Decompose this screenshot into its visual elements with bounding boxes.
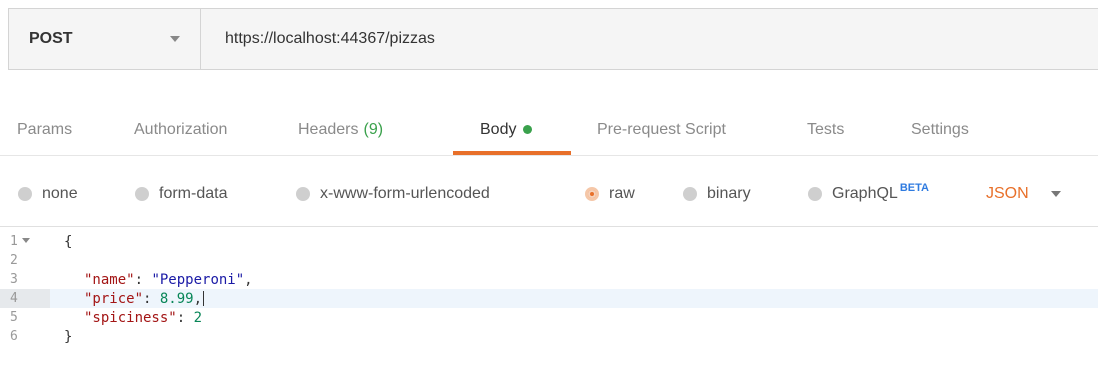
close-brace: } — [64, 328, 73, 345]
editor-line: 1 { — [0, 232, 1098, 251]
line-gutter: 3 — [0, 270, 50, 289]
line-gutter: 4 — [0, 289, 50, 308]
request-tabs: Params Authorization Headers (9) Body Pr… — [0, 104, 1098, 156]
line-number: 2 — [10, 253, 18, 268]
line-number: 5 — [10, 310, 18, 325]
option-label: none — [42, 185, 78, 202]
radio-icon — [296, 187, 310, 201]
line-number: 6 — [10, 329, 18, 344]
tab-params[interactable]: Params — [17, 104, 72, 155]
tab-label: Body — [480, 120, 517, 138]
code-text: { — [64, 234, 72, 250]
headers-count-badge: (9) — [363, 120, 384, 138]
open-brace: { — [64, 233, 73, 250]
tab-label: Tests — [807, 120, 845, 138]
code-text: } — [64, 329, 72, 345]
tab-label: Headers — [298, 120, 359, 138]
json-number-value: 2 — [193, 309, 203, 326]
option-label: binary — [707, 185, 751, 202]
option-label: form-data — [159, 185, 228, 202]
line-gutter: 2 — [0, 251, 50, 270]
json-number-value: 8.99 — [159, 290, 194, 307]
option-label: raw — [609, 185, 635, 202]
json-comma: , — [244, 271, 253, 288]
json-sep: : — [143, 290, 160, 307]
radio-icon — [135, 187, 149, 201]
line-number: 1 — [10, 234, 18, 249]
option-label: x-www-form-urlencoded — [320, 185, 490, 202]
tab-label: Authorization — [134, 120, 228, 138]
tab-label: Params — [17, 120, 73, 138]
json-key: "price" — [84, 290, 144, 307]
tab-label: Settings — [911, 120, 969, 138]
radio-icon — [808, 187, 822, 201]
body-editor[interactable]: 1 { 2 3 "name": "Pepperoni", 4 "price": … — [0, 226, 1098, 385]
editor-line: 2 — [0, 251, 1098, 270]
line-gutter: 6 — [0, 327, 50, 346]
line-number: 3 — [10, 272, 18, 287]
tab-settings[interactable]: Settings — [911, 104, 969, 155]
code-text: "price": 8.99, — [84, 290, 205, 307]
content-type-label: JSON — [986, 185, 1029, 202]
editor-line: 6 } — [0, 327, 1098, 346]
request-bar: POST https://localhost:44367/pizzas — [8, 8, 1098, 70]
option-graphql[interactable]: GraphQL BETA — [808, 172, 929, 216]
radio-icon — [18, 187, 32, 201]
method-label: POST — [29, 30, 73, 47]
radio-icon — [683, 187, 697, 201]
tab-body[interactable]: Body — [480, 104, 533, 155]
tab-authorization[interactable]: Authorization — [134, 104, 227, 155]
body-type-options: none form-data x-www-form-urlencoded raw… — [0, 172, 1098, 216]
tab-label: Pre-request Script — [597, 120, 726, 138]
beta-badge: BETA — [899, 182, 929, 194]
text-cursor — [203, 291, 205, 306]
code-text: "name": "Pepperoni", — [84, 272, 253, 288]
option-form-data[interactable]: form-data — [135, 172, 227, 216]
tab-tests[interactable]: Tests — [807, 104, 844, 155]
option-raw[interactable]: raw — [585, 172, 635, 216]
content-type-select[interactable]: JSON — [986, 172, 1061, 216]
editor-line: 5 "spiciness": 2 — [0, 308, 1098, 327]
chevron-down-icon — [1050, 191, 1061, 197]
tab-pre-request-script[interactable]: Pre-request Script — [597, 104, 726, 155]
json-sep: : — [176, 309, 194, 326]
editor-line: 3 "name": "Pepperoni", — [0, 270, 1098, 289]
body-indicator-dot-icon — [523, 125, 533, 134]
option-x-www-form-urlencoded[interactable]: x-www-form-urlencoded — [296, 172, 490, 216]
method-select[interactable]: POST — [9, 9, 201, 69]
url-text: https://localhost:44367/pizzas — [225, 30, 435, 47]
line-number: 4 — [10, 291, 18, 306]
option-none[interactable]: none — [18, 172, 78, 216]
json-string-value: "Pepperoni" — [151, 271, 245, 288]
line-gutter: 5 — [0, 308, 50, 327]
json-sep: : — [134, 271, 152, 288]
code-text: "spiciness": 2 — [84, 310, 202, 326]
chevron-down-icon — [170, 36, 180, 42]
url-input[interactable]: https://localhost:44367/pizzas — [201, 9, 1098, 69]
active-tab-underline — [453, 151, 571, 155]
editor-line-current: 4 "price": 8.99, — [0, 289, 1098, 308]
line-gutter: 1 — [0, 232, 50, 251]
json-key: "name" — [84, 271, 135, 288]
json-key: "spiciness" — [84, 309, 177, 326]
option-label: GraphQL — [832, 185, 898, 202]
radio-checked-icon — [585, 187, 599, 201]
fold-arrow-icon[interactable] — [22, 238, 30, 243]
option-binary[interactable]: binary — [683, 172, 751, 216]
tab-headers[interactable]: Headers (9) — [298, 104, 383, 155]
json-comma: , — [193, 290, 203, 307]
